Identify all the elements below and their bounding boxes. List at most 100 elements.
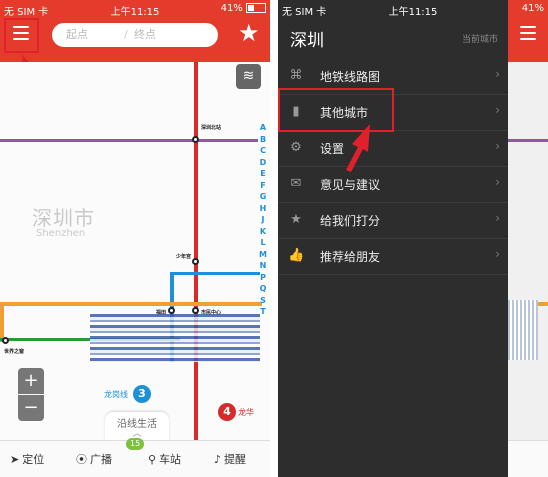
tab-broadcast[interactable]: ⦿ 广播 xyxy=(76,451,112,467)
metro-map-icon: ⌘ xyxy=(289,68,303,83)
chevron-right-icon: › xyxy=(495,67,500,81)
line-badge[interactable]: 4 xyxy=(218,403,236,421)
battery-text: 41% xyxy=(521,3,544,14)
city-watermark-en: Shenzhen xyxy=(36,228,86,239)
line-badge-label: 龙华 xyxy=(238,408,254,417)
alphabet-letter[interactable]: N xyxy=(257,260,269,272)
clock-text: 上午11:15 xyxy=(388,7,438,18)
drawer-item-label: 推荐给朋友 xyxy=(320,250,381,264)
current-city-name: 深圳 xyxy=(290,31,324,51)
thumbs-up-icon: 👍 xyxy=(288,248,305,263)
metro-line-blue-h xyxy=(170,272,260,275)
alphabet-letter[interactable]: S xyxy=(257,295,269,307)
route-search-bar[interactable]: 起点 / 终点 xyxy=(52,23,218,47)
alphabet-letter[interactable]: A xyxy=(257,122,269,134)
alphabet-letter[interactable]: E xyxy=(257,168,269,180)
metro-map[interactable]: 深圳北站 少年宫 市民中心 世界之窗 福田 深圳市 Shenzhen ≋ ABC… xyxy=(0,62,270,452)
station-label: 少年宫 xyxy=(176,254,192,260)
drawer-item-thumbs-up[interactable]: 👍 推荐给朋友 › xyxy=(278,238,508,275)
current-city-label: 当前城市 xyxy=(461,35,498,45)
alphabet-letter[interactable]: G xyxy=(257,191,269,203)
mail-icon: ✉ xyxy=(290,176,302,191)
alphabet-letter[interactable]: H xyxy=(257,203,269,215)
alphabet-letter[interactable]: J xyxy=(257,214,269,226)
end-field[interactable]: 终点 xyxy=(134,23,156,47)
start-field[interactable]: 起点 xyxy=(66,23,88,47)
status-bar: 无 SIM 卡 上午11:15 xyxy=(278,0,508,18)
zoom-in-button[interactable]: + xyxy=(18,368,44,394)
drawer-item-gear[interactable]: ⚙ 设置 › xyxy=(278,130,508,167)
metro-line-purple xyxy=(0,139,258,142)
station-label: 世界之窗 xyxy=(4,349,25,355)
drawer-item-mail[interactable]: ✉ 意见与建议 › xyxy=(278,166,508,203)
chevron-right-icon: › xyxy=(495,211,500,225)
bottom-tab-bar: ➤ 定位 ⦿ 广播 15 ⚲ 车站 ♪ 提醒 xyxy=(0,438,270,477)
tab-label: 提醒 xyxy=(224,453,247,466)
layers-icon[interactable]: ≋ xyxy=(236,64,261,89)
metro-line-orange xyxy=(0,302,262,306)
drawer-item-label: 给我们打分 xyxy=(320,214,381,228)
tab-label: 定位 xyxy=(22,453,45,466)
alphabet-letter[interactable]: K xyxy=(257,226,269,238)
zoom-out-button[interactable]: − xyxy=(18,395,44,421)
right-screen: 无 SIM 卡 上午11:15 深圳 当前城市 ⌘ 地铁线路图 › ▮ 其他城市 › ⚙ 设置… xyxy=(278,0,548,477)
alphabet-letter[interactable]: F xyxy=(257,180,269,192)
chevron-up-icon: ︿ xyxy=(132,429,142,439)
status-bar: 41% xyxy=(508,0,548,18)
metro-line-orange-v xyxy=(0,302,4,342)
broadcast-icon: ⦿ xyxy=(76,453,87,466)
underlying-map-edge: 41% xyxy=(508,0,548,477)
station-pin-icon: ⚲ xyxy=(148,453,157,466)
pull-tab-label: 沿线生活 xyxy=(117,419,157,430)
chevron-right-icon: › xyxy=(495,247,500,261)
tab-label: 广播 xyxy=(90,453,112,466)
star-icon[interactable]: ★ xyxy=(238,20,260,46)
broadcast-count-badge: 15 xyxy=(126,438,145,450)
tab-locate[interactable]: ➤ 定位 xyxy=(10,451,44,467)
line-badge[interactable]: 3 xyxy=(133,385,151,403)
chevron-right-icon: › xyxy=(495,103,500,117)
alphabet-letter[interactable]: C xyxy=(257,145,269,157)
station-node[interactable] xyxy=(168,307,175,314)
map-render-artifact xyxy=(508,300,538,360)
location-arrow-icon: ➤ xyxy=(10,453,20,466)
metro-line-red xyxy=(194,62,198,452)
drawer-header: 深圳 当前城市 xyxy=(278,18,508,58)
alphabet-index[interactable]: ABCDEFGHJKLMNPQST xyxy=(257,122,269,318)
alphabet-letter[interactable]: D xyxy=(257,157,269,169)
left-screen: 无 SIM 卡 上午11:15 41% 起点 / 终点 ★ 深圳北站 少年宫 市… xyxy=(0,0,270,477)
tab-label: 车站 xyxy=(159,453,182,466)
alphabet-letter[interactable]: L xyxy=(257,237,269,249)
menu-highlight-box xyxy=(4,18,39,53)
side-drawer: 无 SIM 卡 上午11:15 深圳 当前城市 ⌘ 地铁线路图 › ▮ 其他城市 › ⚙ 设置… xyxy=(278,0,508,477)
tab-reminder[interactable]: ♪ 提醒 xyxy=(214,451,246,467)
pointer-arrow xyxy=(346,124,370,172)
station-node[interactable] xyxy=(192,258,199,265)
station-node[interactable] xyxy=(2,337,9,344)
battery-icon xyxy=(246,3,266,13)
station-label: 深圳北站 xyxy=(201,125,222,131)
city-watermark: 深圳市 xyxy=(32,206,95,230)
tab-station[interactable]: ⚲ 车站 xyxy=(148,451,181,467)
battery-indicator: 41% xyxy=(221,3,266,14)
gear-icon: ⚙ xyxy=(290,140,302,155)
chevron-right-icon: › xyxy=(495,139,500,153)
line-badge-label: 龙岗线 xyxy=(104,390,128,399)
drawer-item-label: 地铁线路图 xyxy=(320,70,381,84)
status-bar: 无 SIM 卡 上午11:15 41% xyxy=(0,0,270,18)
alphabet-letter[interactable]: P xyxy=(257,272,269,284)
bell-icon: ♪ xyxy=(214,453,222,466)
alphabet-letter[interactable]: Q xyxy=(257,283,269,295)
station-node[interactable] xyxy=(192,136,199,143)
chevron-right-icon: › xyxy=(495,175,500,189)
map-render-artifact xyxy=(90,314,260,362)
star-icon: ★ xyxy=(290,212,302,227)
battery-text: 41% xyxy=(220,3,243,14)
search-divider: / xyxy=(124,28,128,41)
menu-icon[interactable] xyxy=(520,26,536,40)
drawer-item-star[interactable]: ★ 给我们打分 › xyxy=(278,202,508,239)
station-node[interactable] xyxy=(192,307,199,314)
alphabet-letter[interactable]: B xyxy=(257,134,269,146)
alphabet-letter[interactable]: M xyxy=(257,249,269,261)
drawer-item-label: 意见与建议 xyxy=(320,178,381,192)
